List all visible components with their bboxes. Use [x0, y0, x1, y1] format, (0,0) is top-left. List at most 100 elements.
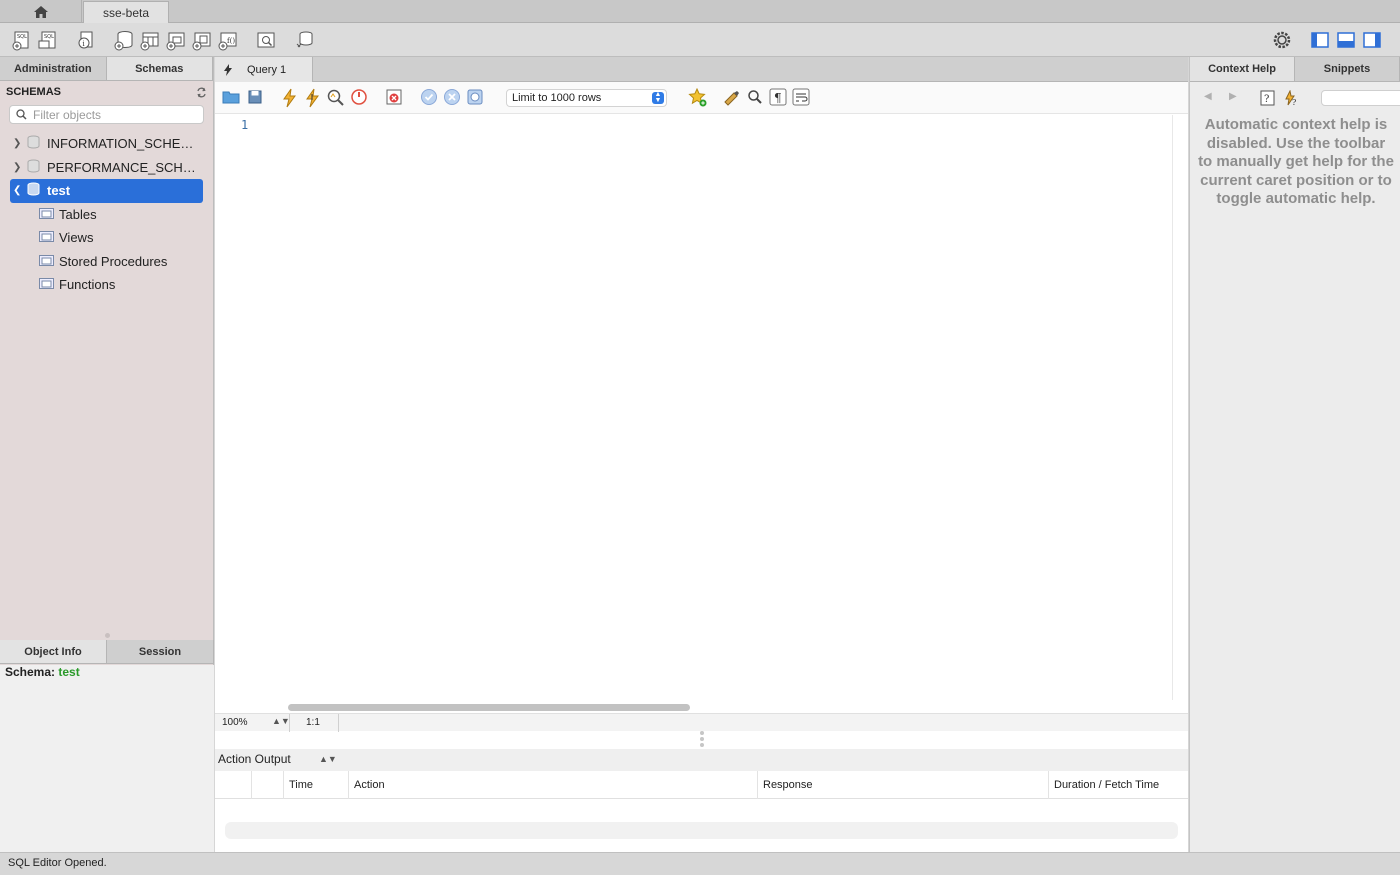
svg-text:?: ? [1264, 94, 1269, 105]
commit-icon[interactable] [420, 88, 440, 108]
select-stepper-icon: ▲ ▼ [652, 91, 664, 104]
reconnect-icon[interactable] [294, 29, 316, 51]
back-arrow-icon[interactable]: ◀ [1204, 91, 1212, 102]
forward-arrow-icon[interactable]: ▶ [1229, 91, 1237, 102]
new-sql-tab-icon[interactable]: SQL [11, 29, 33, 51]
column-header-duration[interactable]: Duration / Fetch Time [1048, 771, 1176, 799]
zoom-stepper-icon[interactable]: ▲▼ [272, 716, 290, 726]
tree-folder-tables[interactable]: Tables [0, 203, 213, 227]
column-header-time[interactable]: Time [283, 771, 348, 799]
toggle-sidebar-icon[interactable] [1309, 29, 1331, 51]
rollback-icon[interactable] [443, 88, 463, 108]
tab-schemas[interactable]: Schemas [106, 57, 213, 80]
stop-icon[interactable] [350, 88, 370, 108]
tab-session[interactable]: Session [107, 640, 214, 663]
add-snippet-star-icon[interactable] [688, 87, 708, 108]
zoom-level[interactable]: 100% [222, 717, 248, 728]
sql-code-editor[interactable]: 1 [215, 115, 1173, 700]
output-splitter-handle[interactable] [699, 731, 705, 747]
home-icon [33, 5, 48, 18]
schema-tree: ❯ INFORMATION_SCHEMA ❯ PERFORMANCE_SCHE.… [0, 132, 213, 297]
title-tabbar: sse-beta [0, 0, 1400, 23]
create-view-icon[interactable] [165, 29, 187, 51]
editor-status-strip: 100% ▲▼ 1:1 [215, 713, 1188, 732]
execute-icon[interactable] [280, 88, 300, 108]
database-icon [27, 182, 40, 199]
save-icon[interactable] [246, 88, 266, 108]
tree-folder-views[interactable]: Views [0, 226, 213, 250]
limit-rows-select[interactable]: Limit to 1000 rows ▲ ▼ [506, 89, 667, 107]
create-table-icon[interactable] [139, 29, 161, 51]
connection-tab[interactable]: sse-beta [83, 1, 169, 23]
preferences-gear-icon[interactable] [1271, 29, 1293, 51]
tree-folder-stored-procedures[interactable]: Stored Procedures [0, 250, 213, 274]
inspector-icon[interactable]: i [75, 29, 97, 51]
autocommit-icon[interactable] [466, 88, 486, 108]
filter-objects-field[interactable] [9, 105, 204, 124]
help-toolbar: ◀ ▶ ? ? [1190, 82, 1400, 114]
schema-info-label: Schema: [5, 665, 56, 679]
auto-help-toggle-icon[interactable]: ? [1283, 89, 1299, 109]
tree-schema-performance-schema[interactable]: ❯ PERFORMANCE_SCHE... [0, 156, 213, 180]
column-header-number[interactable] [251, 771, 283, 799]
search-icon [16, 109, 27, 120]
invisible-chars-icon[interactable]: ¶ [769, 88, 789, 108]
help-search-field[interactable] [1321, 90, 1400, 106]
query-tabbar: Query 1 [215, 57, 1188, 82]
toggle-error-continue-icon[interactable] [385, 88, 405, 108]
output-table-body [215, 799, 1188, 852]
create-procedure-icon[interactable] [191, 29, 213, 51]
open-folder-icon[interactable] [222, 88, 242, 108]
tab-administration[interactable]: Administration [0, 57, 107, 80]
execute-current-icon[interactable] [303, 88, 323, 108]
explain-icon[interactable] [326, 88, 346, 108]
tab-context-help[interactable]: Context Help [1190, 57, 1295, 81]
open-sql-script-icon[interactable]: SQL [37, 29, 59, 51]
chevron-down-icon[interactable]: ❮ [13, 185, 23, 196]
status-bar: SQL Editor Opened. [0, 852, 1400, 875]
toggle-output-area-icon[interactable] [1335, 29, 1357, 51]
column-header-response[interactable]: Response [757, 771, 1048, 799]
svg-text:SQL: SQL [44, 34, 54, 40]
home-tab[interactable] [0, 0, 82, 23]
tab-object-info[interactable]: Object Info [0, 640, 107, 663]
tree-label: Stored Procedures [59, 253, 168, 269]
tree-schema-information-schema[interactable]: ❯ INFORMATION_SCHEMA [0, 132, 213, 156]
manual-help-icon[interactable]: ? [1260, 90, 1276, 109]
toggle-secondary-sidebar-icon[interactable] [1361, 29, 1383, 51]
tree-schema-test[interactable]: ❮ test [10, 179, 203, 203]
database-icon [27, 159, 40, 176]
editor-toolbar: Limit to 1000 rows ▲ ▼ ¶ [215, 82, 1188, 114]
filter-objects-input[interactable] [33, 107, 193, 122]
create-schema-icon[interactable] [113, 29, 135, 51]
word-wrap-icon[interactable] [792, 88, 812, 108]
context-help-panel: Context Help Snippets ◀ ▶ ? ? Automatic … [1189, 57, 1400, 852]
tree-label: test [47, 183, 71, 199]
folder-icon [39, 230, 54, 245]
folder-icon [39, 254, 54, 269]
chevron-right-icon[interactable]: ❯ [13, 162, 23, 173]
panel-splitter-handle[interactable] [105, 633, 110, 638]
find-icon[interactable] [746, 88, 766, 108]
refresh-icon[interactable] [196, 87, 207, 98]
horizontal-scrollbar[interactable] [288, 704, 690, 711]
tree-label: Functions [59, 277, 116, 293]
navigator-tabs: Administration Schemas [0, 57, 213, 81]
output-selector-stepper-icon[interactable]: ▲▼ [319, 754, 337, 764]
tab-snippets[interactable]: Snippets [1295, 57, 1400, 81]
tree-label: PERFORMANCE_SCHE... [47, 159, 197, 175]
search-table-data-icon[interactable] [255, 29, 277, 51]
line-number: 1 [241, 118, 249, 132]
tree-label: Tables [59, 206, 97, 222]
chevron-right-icon[interactable]: ❯ [13, 138, 23, 149]
schemas-title: SCHEMAS [6, 86, 62, 98]
output-selector[interactable]: Action Output [218, 752, 291, 766]
create-function-icon[interactable]: f() [217, 29, 239, 51]
column-header-status[interactable] [215, 771, 251, 799]
column-header-action[interactable]: Action [348, 771, 757, 799]
context-help-text: Automatic context help is disabled. Use … [1198, 116, 1394, 207]
tree-folder-functions[interactable]: Functions [0, 273, 213, 297]
tab-query-1[interactable]: Query 1 [215, 57, 313, 82]
output-horizontal-scrollbar[interactable] [225, 822, 1178, 839]
beautify-icon[interactable] [722, 88, 742, 108]
